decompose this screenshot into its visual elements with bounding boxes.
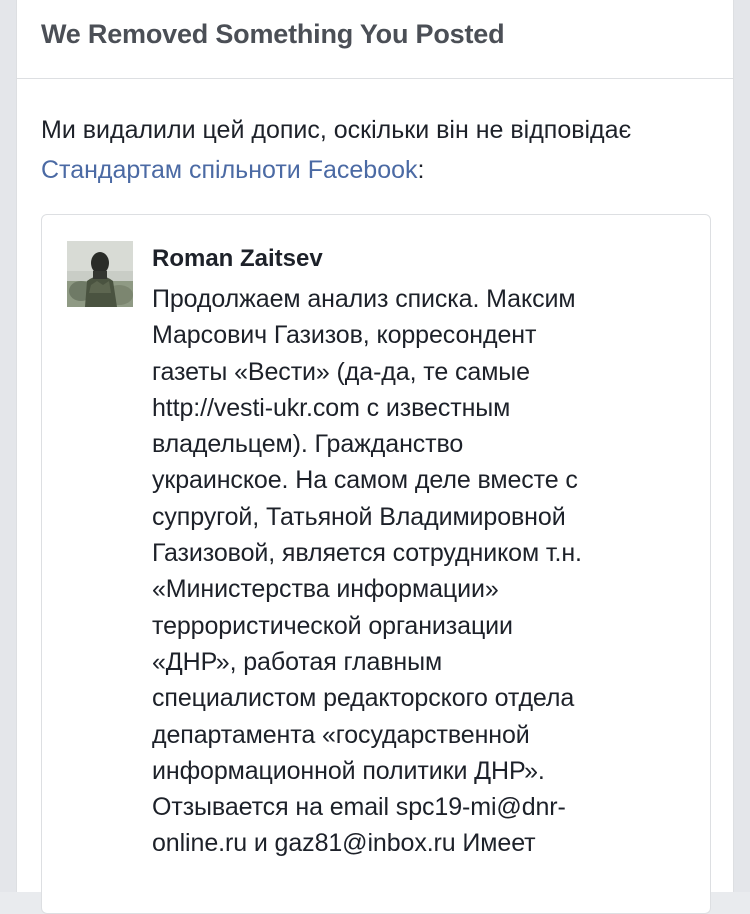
user-photo-icon (67, 241, 133, 307)
post-line: супругой, Татьяной Владимировной (152, 502, 566, 531)
post-line: http://vesti-ukr.com с известным (152, 393, 511, 422)
card-title: We Removed Something You Posted (41, 18, 505, 49)
post-line: Продолжаем анализ списка. Максим (152, 285, 576, 313)
community-standards-link[interactable]: Стандартам спільноти Facebook (41, 156, 418, 184)
post-line: украинское. На самом деле вместе с (152, 466, 578, 495)
post-line: Газизовой, является сотрудником т.н. (152, 539, 582, 568)
post-line: Марсович Газизов, корресондент (152, 321, 537, 350)
page-gutter-left (0, 0, 16, 892)
removed-post-card: We Removed Something You Posted Ми видал… (16, 0, 734, 914)
post-line: Отзывается на email spc19-mi@dnr- (152, 793, 566, 822)
post-line: информационной политики ДНР». (152, 756, 545, 785)
post-line: террористической организации (152, 611, 513, 640)
page-gutter-right (734, 0, 750, 892)
post-body: Продолжаем анализ списка. Максим Марсови… (152, 281, 692, 862)
notice-text: Ми видалили цей допис, оскільки він не в… (41, 116, 632, 144)
post-line: online.ru и gaz81@inbox.ru Имеет (152, 829, 536, 858)
post-line: газеты «Вести» (да-да, те самые (152, 357, 530, 386)
notice-text-end: : (417, 156, 425, 184)
removal-notice: Ми видалили цей допис, оскільки він не в… (41, 110, 701, 190)
post-author[interactable]: Roman Zaitsev (152, 245, 323, 273)
post-line: владельцем). Гражданство (152, 430, 464, 459)
card-header: We Removed Something You Posted (17, 0, 733, 79)
removed-post-preview: Roman Zaitsev Продолжаем анализ списка. … (41, 214, 711, 914)
post-line: «ДНР», работая главным (152, 647, 443, 676)
post-line: «Министерства информации» (152, 575, 499, 604)
post-line: департамента «государственной (152, 720, 530, 749)
post-line: специалистом редакторского отдела (152, 684, 575, 713)
